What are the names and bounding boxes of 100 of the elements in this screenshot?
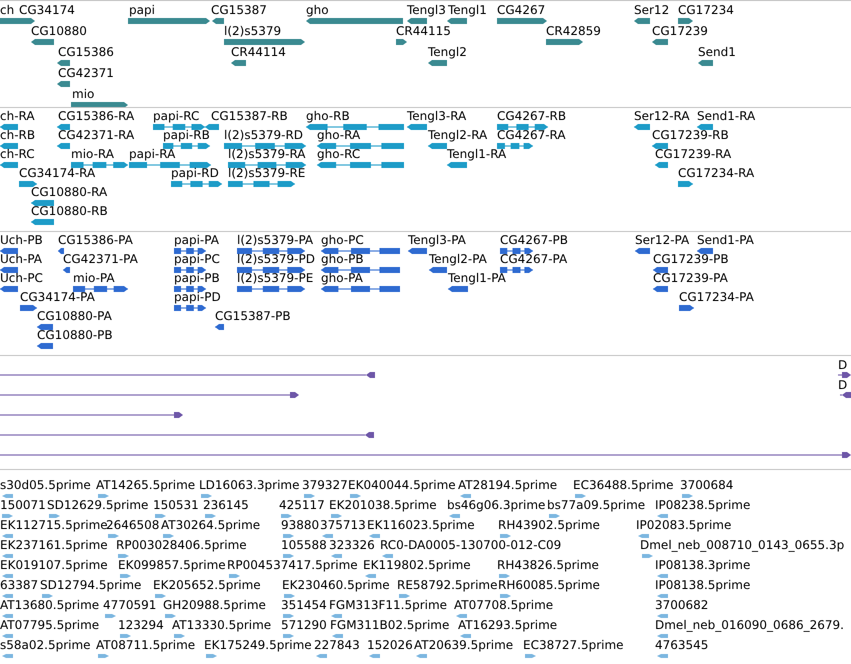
feature-label: CG17239 bbox=[652, 24, 708, 38]
feature-label: IP08138.3prime bbox=[655, 558, 750, 572]
feature-label: Tengl3-PA bbox=[408, 233, 466, 247]
feature-label: FGM311B02.5prime bbox=[330, 618, 450, 632]
feature-label: bs77a09.5prime bbox=[547, 498, 646, 512]
feature-label: 150071 bbox=[0, 498, 46, 512]
feature-label: Uch-PA bbox=[0, 252, 42, 266]
feature-label: s30d05.5prime bbox=[0, 478, 91, 492]
feature-label: l(2)s5379-RD bbox=[224, 128, 304, 142]
feature-label: ch-RC bbox=[0, 147, 35, 161]
feature-label: Tengl3-RA bbox=[407, 109, 466, 123]
feature-label: 4763545 bbox=[655, 638, 708, 652]
feature-label: Dmel_neb_016090_0686_2679. bbox=[655, 618, 844, 632]
feature-label: papi-PB bbox=[174, 271, 220, 285]
feature-label: IP08238.5prime bbox=[655, 498, 750, 512]
feature-label: CG10880-PB bbox=[37, 328, 113, 342]
feature-label: ch-RB bbox=[0, 128, 36, 142]
feature-label: Tengl1-RA bbox=[447, 147, 506, 161]
feature-label: CG15387-PB bbox=[215, 309, 291, 323]
feature-label: papi bbox=[129, 3, 155, 17]
feature-label: CG15387-RB bbox=[211, 109, 288, 123]
feature-label: Tengl1 bbox=[448, 3, 487, 17]
feature-label: Uch-PC bbox=[0, 271, 43, 285]
feature-label: AT20639.5prime bbox=[414, 638, 514, 652]
feature-label: gho-PA bbox=[321, 271, 363, 285]
feature-label: CG34174-RA bbox=[19, 166, 96, 180]
feature-label: CG4267 bbox=[497, 3, 546, 17]
feature-label: Uch-PB bbox=[0, 233, 43, 247]
feature-label: SD12794.5prime bbox=[40, 578, 142, 592]
feature-label: CG10880-RA bbox=[31, 185, 108, 199]
feature-label: CG34174 bbox=[19, 3, 75, 17]
feature-label: LD16063.3prime bbox=[199, 478, 300, 492]
feature-label: RP003028406.5prime bbox=[116, 538, 247, 552]
feature-label: l(2)s5379-RE bbox=[228, 166, 306, 180]
feature-label: Ser12 bbox=[634, 3, 670, 17]
feature-label: CG4267-PA bbox=[500, 252, 568, 266]
feature-label: CG10880-RB bbox=[31, 204, 108, 218]
feature-label: mio-PA bbox=[73, 271, 115, 285]
feature-label: AT13330.5prime bbox=[172, 618, 272, 632]
feature-label: EK119802.5prime bbox=[363, 558, 471, 572]
feature-label: D bbox=[838, 378, 848, 392]
feature-label: CG17234-PA bbox=[679, 290, 754, 304]
feature-label: CG17239-PA bbox=[653, 271, 728, 285]
feature-label: CG17239-RB bbox=[652, 128, 729, 142]
feature-label: CR42859 bbox=[546, 24, 601, 38]
feature-label: gho-RB bbox=[306, 109, 350, 123]
feature-label: Tengl2 bbox=[428, 45, 467, 59]
feature-label: CG15387 bbox=[211, 3, 267, 17]
feature-label: 123294 bbox=[118, 618, 164, 632]
feature-label: RC0-DA0005-130700-012-C09 bbox=[380, 538, 562, 552]
feature-label: papi-PA bbox=[174, 233, 219, 247]
feature-label: EK201038.5prime bbox=[329, 498, 437, 512]
feature-label: EC36488.5prime bbox=[573, 478, 674, 492]
feature-label: 227843 bbox=[314, 638, 360, 652]
feature-label: RE58792.5prime bbox=[397, 578, 498, 592]
feature-label: EK099857.5prime bbox=[118, 558, 226, 572]
feature-label: 323326 bbox=[329, 538, 375, 552]
feature-label: Send1-RA bbox=[697, 109, 756, 123]
feature-label: CG4267-RB bbox=[497, 109, 566, 123]
feature-label: 4770591 bbox=[103, 598, 156, 612]
feature-label: EK116023.5prime bbox=[367, 518, 475, 532]
feature-label: CG10880-PA bbox=[37, 309, 112, 323]
feature-label: EK040044.5prime bbox=[348, 478, 456, 492]
feature-label: AT30264.5prime bbox=[161, 518, 260, 532]
feature-label: CG42371-PA bbox=[63, 252, 138, 266]
feature-label: CG34174-PA bbox=[20, 290, 95, 304]
feature-label: AT28194.5prime bbox=[458, 478, 558, 492]
feature-label: Ser12-RA bbox=[634, 109, 690, 123]
feature-label: papi-PC bbox=[174, 252, 220, 266]
feature-label: AT14265.5prime bbox=[96, 478, 196, 492]
feature-label: CG15386-RA bbox=[58, 109, 134, 123]
feature-label: EK205652.5prime bbox=[153, 578, 261, 592]
feature-label: CG15386-PA bbox=[58, 233, 133, 247]
feature-label: l(2)s5379-PE bbox=[237, 271, 314, 285]
feature-label: ch bbox=[0, 3, 14, 17]
feature-label: CG4267-PB bbox=[500, 233, 568, 247]
feature-label: gho-RC bbox=[317, 147, 360, 161]
feature-label: gho-PC bbox=[321, 233, 364, 247]
feature-label: RH43902.5prime bbox=[498, 518, 600, 532]
feature-label: Tengl2-PA bbox=[429, 252, 487, 266]
feature-label: CR44115 bbox=[396, 24, 451, 38]
feature-label: CG42371-RA bbox=[58, 128, 134, 142]
feature-label: Tengl2-RA bbox=[428, 128, 488, 142]
feature-label: CG15386 bbox=[58, 45, 114, 59]
feature-label: 425117 bbox=[279, 498, 325, 512]
feature-label: EK019107.5prime bbox=[0, 558, 108, 572]
feature-label: CG17234 bbox=[678, 3, 734, 17]
feature-label: l(2)s5379 bbox=[224, 24, 282, 38]
feature-label: 150531 bbox=[153, 498, 199, 512]
feature-label: AT13680.5prime bbox=[0, 598, 100, 612]
feature-label: mio-RA bbox=[71, 147, 114, 161]
feature-label: gho bbox=[306, 3, 329, 17]
feature-label: 3700684 bbox=[680, 478, 734, 492]
feature-label: AT08711.5prime bbox=[96, 638, 196, 652]
feature-label: bs46g06.3prime bbox=[447, 498, 546, 512]
feature-label: 152026 bbox=[367, 638, 413, 652]
feature-label: papi-RB bbox=[163, 128, 210, 142]
feature-label: Ser12-PA bbox=[635, 233, 690, 247]
feature-label: D bbox=[838, 358, 848, 372]
feature-label: l(2)s5379-RA bbox=[228, 147, 306, 161]
